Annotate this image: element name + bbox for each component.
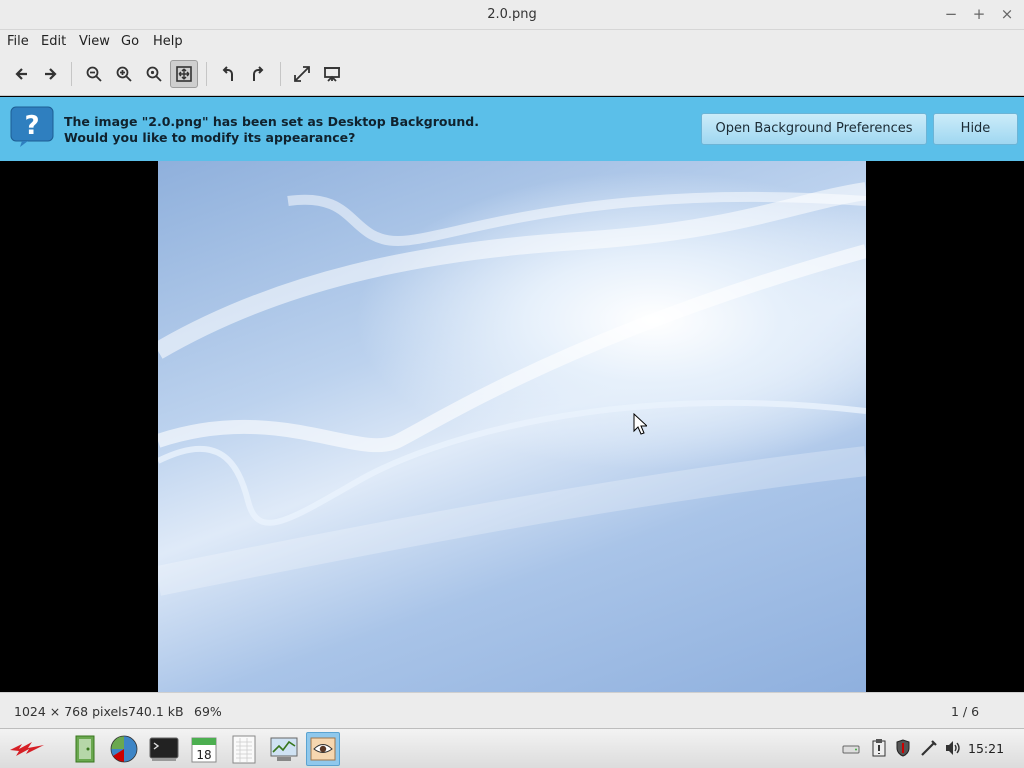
network-icon[interactable] [920, 739, 938, 757]
info-message-line1: The image "2.0.png" has been set as Desk… [64, 114, 479, 129]
fullscreen-icon [294, 66, 310, 82]
file-manager-icon [75, 735, 95, 763]
maximize-button[interactable]: + [969, 4, 989, 24]
image-filesize: 740.1 kB [128, 704, 184, 719]
question-icon: ? [10, 106, 54, 148]
rotate-left-button[interactable] [214, 60, 242, 88]
image-viewer-area[interactable] [0, 161, 1024, 692]
mouse-pointer-icon [633, 413, 647, 435]
menu-go[interactable]: Go [121, 34, 139, 49]
zoom-fit-icon [176, 66, 192, 82]
info-message: The image "2.0.png" has been set as Desk… [64, 114, 479, 146]
system-monitor-icon [270, 737, 298, 761]
shield-icon[interactable] [894, 739, 912, 757]
calendar-day: 18 [196, 748, 211, 762]
taskbar-system-monitor[interactable] [267, 732, 301, 766]
taskbar-text-editor[interactable] [227, 732, 261, 766]
menu-logo-icon [10, 742, 44, 756]
toolbar-separator [206, 62, 207, 86]
window-title: 2.0.png [487, 7, 537, 22]
zoom-normal-button[interactable] [140, 60, 168, 88]
slideshow-icon [324, 67, 340, 82]
calendar-icon: 18 [191, 737, 217, 763]
title-bar: 2.0.png − + × [0, 0, 1024, 30]
zoom-normal-icon [146, 66, 162, 82]
hide-button[interactable]: Hide [933, 113, 1018, 145]
image-viewer-icon [310, 737, 336, 761]
taskbar-terminal[interactable] [147, 732, 181, 766]
drive-icon[interactable] [842, 739, 860, 757]
close-button[interactable]: × [997, 4, 1017, 24]
toolbar [0, 54, 1024, 96]
menu-edit[interactable]: Edit [41, 34, 66, 49]
svg-text:?: ? [24, 111, 39, 141]
zoom-out-icon [86, 66, 102, 82]
open-background-preferences-button[interactable]: Open Background Preferences [701, 113, 927, 145]
taskbar-web-browser[interactable] [107, 732, 141, 766]
zoom-level: 69% [194, 704, 222, 719]
text-editor-icon [232, 735, 256, 764]
info-message-line2: Would you like to modify its appearance? [64, 130, 356, 145]
zoom-in-button[interactable] [110, 60, 138, 88]
menu-help[interactable]: Help [153, 34, 183, 49]
back-icon [15, 68, 27, 80]
menu-bar: File Edit View Go Help [0, 30, 1024, 54]
status-bar: 1024 × 768 pixels 740.1 kB 69% 1 / 6 [0, 692, 1024, 728]
fullscreen-button[interactable] [288, 60, 316, 88]
taskbar: 18 15:21 [0, 728, 1024, 768]
terminal-icon [149, 737, 179, 761]
back-button[interactable] [8, 60, 36, 88]
web-browser-icon [110, 735, 138, 763]
forward-button[interactable] [36, 60, 64, 88]
taskbar-calendar[interactable]: 18 [187, 732, 221, 766]
info-bar: ? The image "2.0.png" has been set as De… [0, 97, 1024, 161]
rotate-right-icon [253, 66, 264, 81]
start-menu-button[interactable] [4, 732, 48, 766]
toolbar-separator [71, 62, 72, 86]
volume-icon[interactable] [944, 739, 962, 757]
clock[interactable]: 15:21 [968, 741, 1004, 756]
toolbar-separator [280, 62, 281, 86]
rotate-left-icon [222, 66, 233, 81]
menu-view[interactable]: View [79, 34, 110, 49]
taskbar-file-manager[interactable] [68, 732, 102, 766]
zoom-in-icon [116, 66, 132, 82]
rotate-right-button[interactable] [244, 60, 272, 88]
forward-icon [45, 68, 57, 80]
clipboard-icon[interactable] [870, 739, 888, 757]
image-dimensions: 1024 × 768 pixels [14, 704, 129, 719]
zoom-fit-button[interactable] [170, 60, 198, 88]
slideshow-button[interactable] [318, 60, 346, 88]
menu-file[interactable]: File [7, 34, 29, 49]
zoom-out-button[interactable] [80, 60, 108, 88]
minimize-button[interactable]: − [941, 4, 961, 24]
image-position: 1 / 6 [951, 704, 980, 719]
displayed-image [158, 161, 866, 692]
taskbar-image-viewer[interactable] [306, 732, 340, 766]
